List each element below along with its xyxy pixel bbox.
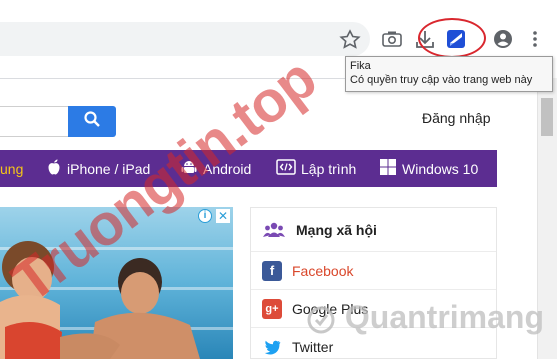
social-link-label: Twitter [292, 339, 334, 355]
star-icon[interactable] [339, 27, 361, 51]
windows-icon [379, 158, 397, 179]
search-input[interactable] [0, 106, 70, 137]
address-bar[interactable] [0, 22, 370, 56]
watermark-text: Quantrimang [344, 299, 545, 335]
nav-item-label: Lập trình [301, 160, 357, 177]
three-dot-menu-icon[interactable] [524, 28, 546, 50]
login-link[interactable]: Đăng nhập [422, 110, 491, 126]
highlight-annotation [418, 18, 486, 58]
nav-item-label: Windows 10 [402, 160, 479, 177]
twitter-icon [262, 337, 282, 357]
search-button[interactable] [68, 106, 116, 137]
close-icon[interactable]: ✕ [216, 209, 230, 223]
extension-tooltip: Fika Có quyền truy cập vào trang web này [345, 56, 553, 92]
facebook-icon: f [262, 261, 282, 281]
watermark-right: Quantrimang [306, 299, 544, 336]
browser-window: Đăng nhập ung iPhone / iPad Android Lập … [0, 0, 557, 359]
social-panel-header: Mạng xã hội [251, 208, 496, 252]
search-icon [83, 110, 101, 133]
ad-choices-icon[interactable]: i [198, 209, 212, 223]
apple-icon [46, 158, 62, 179]
account-icon[interactable] [492, 28, 514, 50]
social-link-facebook[interactable]: f Facebook [251, 252, 496, 290]
nav-item-lap-trinh[interactable]: Lập trình [276, 150, 356, 187]
social-link-label: Facebook [292, 263, 354, 279]
social-panel: Mạng xã hội f Facebook g+ Google Plus Tw… [250, 207, 497, 359]
social-panel-title: Mạng xã hội [296, 222, 377, 238]
google-plus-icon: g+ [262, 299, 282, 319]
nav-item-windows-10[interactable]: Windows 10 [379, 150, 478, 187]
nav-item-label: ung [0, 160, 24, 177]
scroll-thumb[interactable] [541, 98, 553, 136]
nav-item-partial[interactable]: ung [0, 150, 23, 187]
people-icon [263, 221, 285, 244]
watermark-logo-icon [306, 299, 345, 335]
extension-tooltip-description: Có quyền truy cập vào trang web này [350, 74, 533, 86]
camera-icon[interactable] [381, 28, 403, 50]
extension-tooltip-name: Fika [350, 60, 371, 72]
code-icon [276, 158, 296, 179]
